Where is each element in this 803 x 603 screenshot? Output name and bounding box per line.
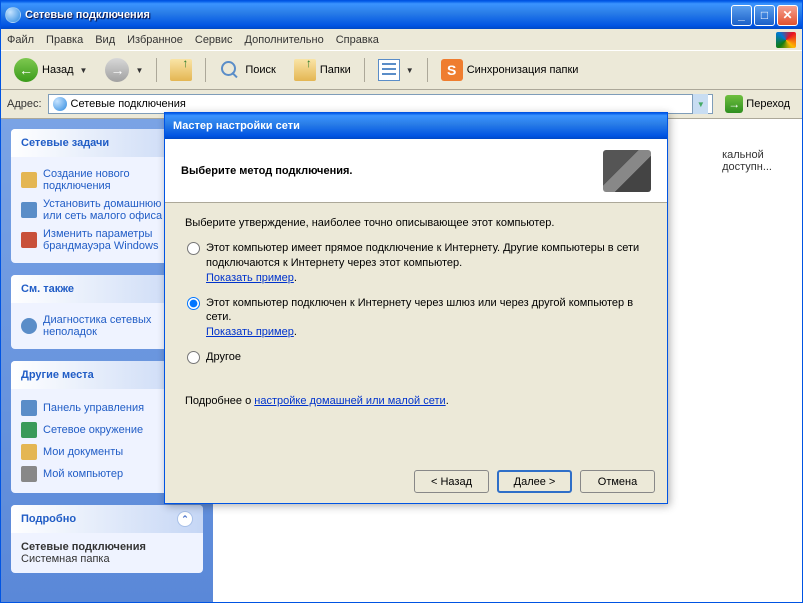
address-label: Адрес:: [7, 98, 42, 110]
menu-tools[interactable]: Сервис: [195, 34, 233, 46]
dialog-header: Выберите метод подключения.: [165, 139, 667, 203]
toolbar: ← Назад ▼ → ▼ Поиск Папки ▼ S Синхрониза…: [1, 51, 802, 90]
radio-option-gateway[interactable]: Этот компьютер подключен к Интернету чер…: [187, 296, 647, 341]
panel-title: См. также: [21, 283, 74, 295]
chevron-icon: ⌃: [177, 511, 193, 527]
sync-button[interactable]: S Синхронизация папки: [434, 56, 586, 84]
radio-direct[interactable]: [187, 242, 200, 255]
connection-item[interactable]: кальной доступн...: [722, 149, 772, 173]
folders-icon: [294, 59, 316, 81]
close-button[interactable]: ✕: [777, 5, 798, 26]
sync-label: Синхронизация папки: [467, 64, 579, 76]
address-input[interactable]: Сетевые подключения ▼: [48, 94, 714, 114]
next-button[interactable]: Далее >: [497, 470, 572, 493]
network-wizard-dialog: Мастер настройки сети Выберите метод под…: [164, 112, 668, 504]
minimize-button[interactable]: _: [731, 5, 752, 26]
dialog-instruction: Выберите утверждение, наиболее точно опи…: [185, 217, 647, 229]
windows-logo-icon: [776, 32, 796, 48]
radio-option-direct[interactable]: Этот компьютер имеет прямое подключение …: [187, 241, 647, 286]
go-arrow-icon: →: [725, 95, 743, 113]
connection-label-1: кальной: [722, 149, 772, 161]
radio-other[interactable]: [187, 351, 200, 364]
folders-label: Папки: [320, 64, 351, 76]
views-icon: [378, 59, 400, 81]
location-icon: [53, 97, 67, 111]
menu-file[interactable]: Файл: [7, 34, 34, 46]
dialog-info: Подробнее о настройке домашней или малой…: [185, 395, 647, 407]
separator: [156, 58, 157, 82]
connection-icon: [21, 172, 37, 188]
folders-button[interactable]: Папки: [287, 56, 358, 84]
maximize-button[interactable]: □: [754, 5, 775, 26]
panel-details: Подробно ⌃ Сетевые подключения Системная…: [11, 505, 203, 573]
back-arrow-icon: ←: [14, 58, 38, 82]
connection-radio-group: Этот компьютер имеет прямое подключение …: [185, 241, 647, 365]
titlebar[interactable]: Сетевые подключения _ □ ✕: [1, 1, 802, 29]
address-value: Сетевые подключения: [71, 98, 186, 110]
dialog-body: Выберите утверждение, наиболее точно опи…: [165, 203, 667, 460]
panel-title: Другие места: [21, 369, 94, 381]
up-button[interactable]: [163, 56, 199, 84]
cancel-button[interactable]: Отмена: [580, 470, 655, 493]
menu-advanced[interactable]: Дополнительно: [245, 34, 324, 46]
chevron-down-icon: ▼: [406, 66, 414, 75]
info-icon: [21, 318, 37, 334]
panel-title: Сетевые задачи: [21, 137, 109, 149]
computer-icon: [21, 466, 37, 482]
details-name: Сетевые подключения: [21, 541, 193, 553]
go-button[interactable]: → Переход: [719, 93, 796, 115]
documents-icon: [21, 444, 37, 460]
network-places-icon: [21, 422, 37, 438]
info-link[interactable]: настройке домашней или малой сети: [254, 395, 445, 407]
chevron-down-icon: ▼: [80, 66, 88, 75]
forward-arrow-icon: →: [105, 58, 129, 82]
menubar: Файл Правка Вид Избранное Сервис Дополни…: [1, 29, 802, 51]
dialog-heading: Выберите метод подключения.: [181, 165, 352, 177]
chevron-down-icon: ▼: [135, 66, 143, 75]
search-button[interactable]: Поиск: [212, 56, 282, 84]
forward-button[interactable]: → ▼: [98, 55, 150, 85]
panel-title: Подробно: [21, 513, 76, 525]
menu-help[interactable]: Справка: [336, 34, 379, 46]
back-button[interactable]: < Назад: [414, 470, 489, 493]
address-dropdown[interactable]: ▼: [692, 94, 708, 114]
panel-header-details[interactable]: Подробно ⌃: [11, 505, 203, 533]
back-label: Назад: [42, 64, 74, 76]
network-icon: [21, 202, 37, 218]
radio-direct-label: Этот компьютер имеет прямое подключение …: [206, 242, 639, 269]
folder-up-icon: [170, 59, 192, 81]
control-panel-icon: [21, 400, 37, 416]
example-link-2[interactable]: Показать пример: [206, 326, 294, 338]
window-title: Сетевые подключения: [25, 9, 731, 21]
dialog-footer: < Назад Далее > Отмена: [165, 460, 667, 503]
menu-favorites[interactable]: Избранное: [127, 34, 183, 46]
dialog-title: Мастер настройки сети: [173, 120, 300, 132]
details-type: Системная папка: [21, 553, 193, 565]
radio-other-label: Другое: [206, 351, 241, 363]
radio-gateway[interactable]: [187, 297, 200, 310]
search-icon: [219, 59, 241, 81]
connection-label-2: доступн...: [722, 161, 772, 173]
go-label: Переход: [746, 98, 790, 110]
radio-gateway-label: Этот компьютер подключен к Интернету чер…: [206, 297, 633, 324]
separator: [427, 58, 428, 82]
separator: [205, 58, 206, 82]
back-button[interactable]: ← Назад ▼: [7, 55, 94, 85]
menu-view[interactable]: Вид: [95, 34, 115, 46]
app-icon: [5, 7, 21, 23]
search-label: Поиск: [245, 64, 275, 76]
example-link-1[interactable]: Показать пример: [206, 272, 294, 284]
radio-option-other[interactable]: Другое: [187, 350, 647, 365]
network-wizard-icon: [603, 150, 651, 192]
menu-edit[interactable]: Правка: [46, 34, 83, 46]
views-button[interactable]: ▼: [371, 56, 421, 84]
firewall-icon: [21, 232, 37, 248]
separator: [364, 58, 365, 82]
sync-icon: S: [441, 59, 463, 81]
dialog-titlebar[interactable]: Мастер настройки сети: [165, 113, 667, 139]
